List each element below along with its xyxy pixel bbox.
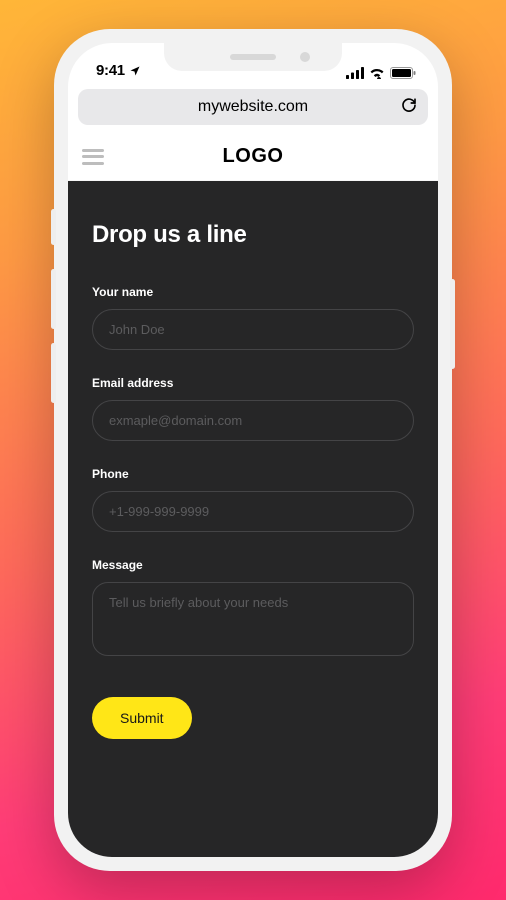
wifi-icon (369, 67, 385, 79)
message-input[interactable] (92, 582, 414, 656)
app-header: LOGO (68, 133, 438, 181)
message-label: Message (92, 558, 414, 572)
message-field: Message (92, 558, 414, 661)
phone-side-button (51, 269, 56, 329)
phone-side-button (51, 209, 56, 245)
reload-icon[interactable] (400, 96, 418, 119)
phone-camera (300, 52, 310, 62)
email-input[interactable] (92, 400, 414, 441)
location-icon (129, 65, 141, 77)
email-label: Email address (92, 376, 414, 390)
name-label: Your name (92, 285, 414, 299)
phone-frame: 9:41 mywebs (54, 29, 452, 871)
phone-speaker (230, 54, 276, 60)
phone-screen: 9:41 mywebs (68, 43, 438, 857)
menu-icon[interactable] (82, 149, 104, 165)
phone-notch (164, 43, 342, 71)
phone-side-button (51, 343, 56, 403)
name-field: Your name (92, 285, 414, 350)
submit-button[interactable]: Submit (92, 697, 192, 739)
form-heading: Drop us a line (92, 221, 414, 249)
phone-side-button (450, 279, 455, 369)
email-field: Email address (92, 376, 414, 441)
phone-input[interactable] (92, 491, 414, 532)
cellular-icon (346, 67, 364, 79)
logo: LOGO (223, 145, 284, 168)
browser-address-bar[interactable]: mywebsite.com (78, 89, 428, 125)
battery-icon (390, 67, 416, 79)
status-time: 9:41 (96, 62, 125, 79)
browser-url: mywebsite.com (198, 98, 308, 116)
contact-form-section: Drop us a line Your name Email address P… (68, 181, 438, 857)
phone-field: Phone (92, 467, 414, 532)
name-input[interactable] (92, 309, 414, 350)
phone-label: Phone (92, 467, 414, 481)
